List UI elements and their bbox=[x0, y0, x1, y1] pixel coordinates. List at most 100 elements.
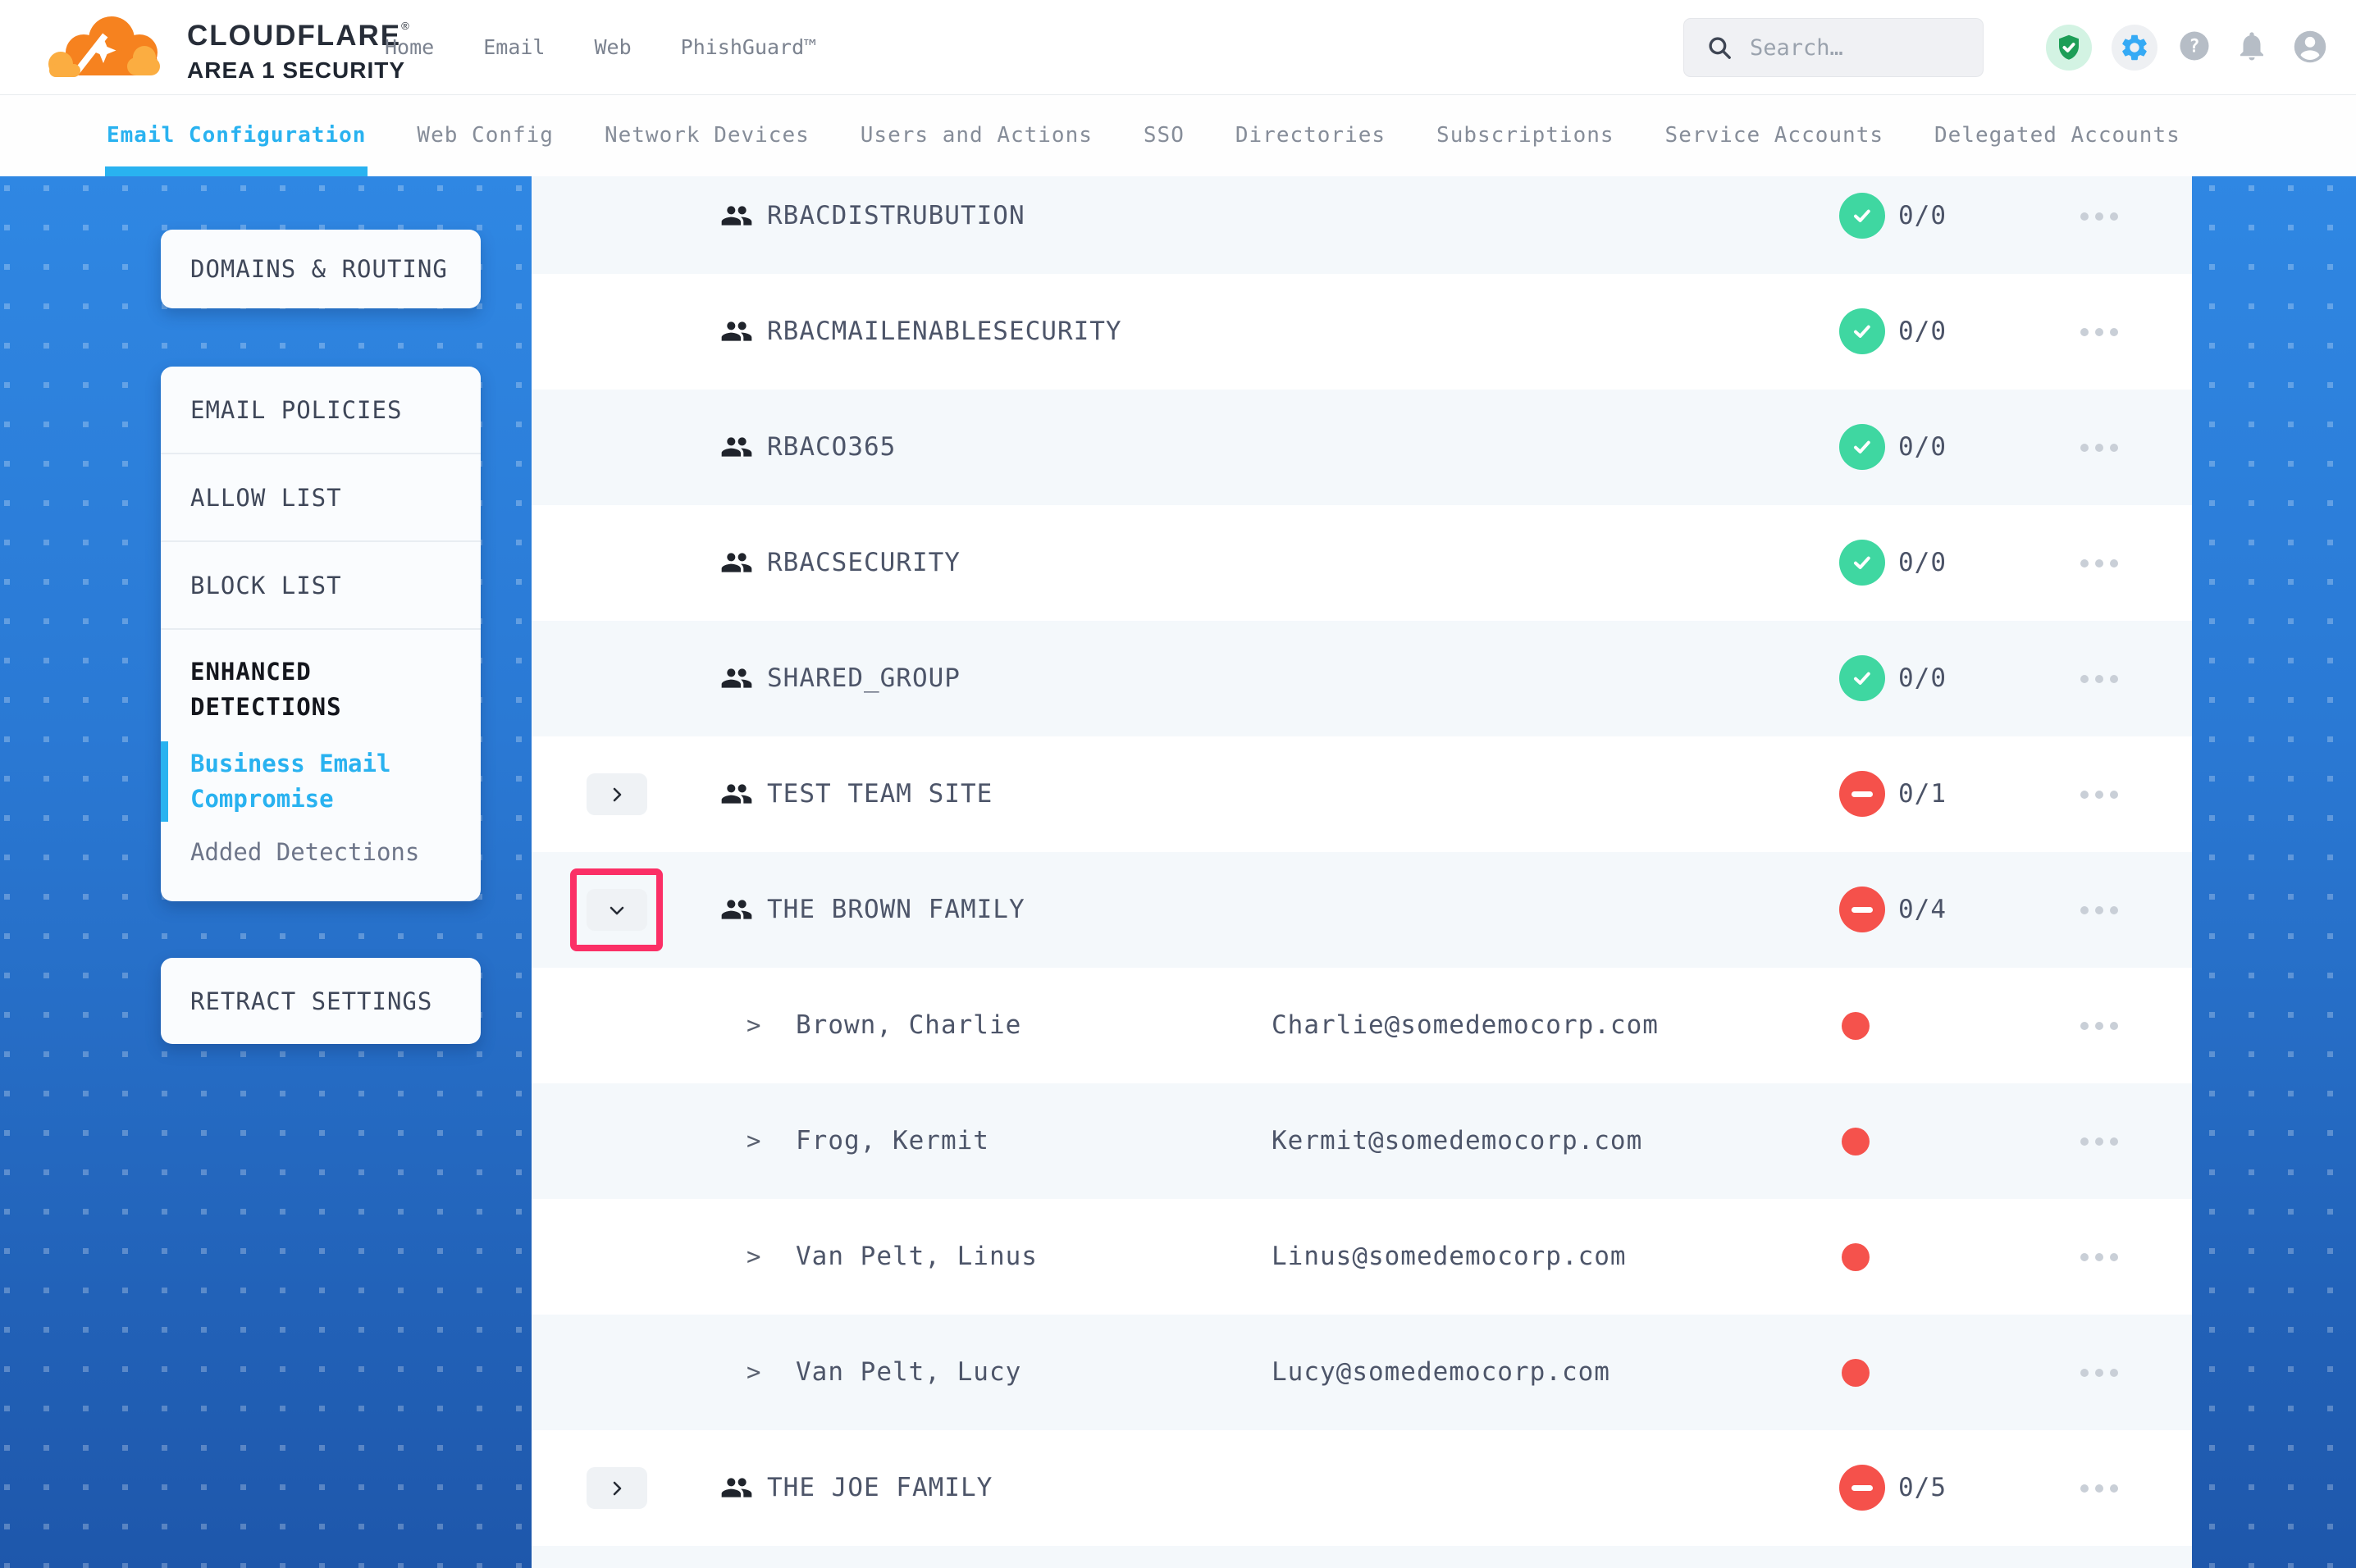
tab-web-config[interactable]: Web Config bbox=[417, 94, 554, 176]
sidebar-item-added-detections[interactable]: Added Detections bbox=[190, 835, 453, 870]
more-actions-button[interactable] bbox=[2054, 968, 2144, 1083]
sidebar-item-allow-list[interactable]: ALLOW LIST bbox=[161, 454, 481, 542]
shield-check-icon[interactable] bbox=[2046, 25, 2092, 71]
more-actions-button[interactable] bbox=[2054, 736, 2144, 852]
status-badge bbox=[1839, 193, 1885, 239]
tab-email-configuration[interactable]: Email Configuration bbox=[107, 94, 366, 176]
more-actions-button[interactable] bbox=[2054, 390, 2144, 505]
search-input[interactable] bbox=[1748, 34, 1965, 62]
partial-next-row bbox=[532, 1546, 2192, 1568]
tab-directories[interactable]: Directories bbox=[1235, 94, 1386, 176]
top-nav: Home Email Web PhishGuard™ bbox=[385, 0, 816, 94]
chevron-down-icon bbox=[607, 900, 627, 920]
cloudflare-area1-logo bbox=[43, 10, 178, 85]
group-name: THE BROWN FAMILY bbox=[767, 852, 1025, 968]
sidebar-item-enhanced-detections[interactable]: ENHANCED DETECTIONS bbox=[190, 654, 453, 725]
sidebar-item-block-list[interactable]: BLOCK LIST bbox=[161, 542, 481, 630]
group-name: SHARED_GROUP bbox=[767, 621, 961, 736]
member-count: 0/0 bbox=[1898, 505, 1947, 621]
sidebar-item-business-email-compromise[interactable]: Business Email Compromise bbox=[190, 746, 453, 817]
member-email: Charlie@somedemocorp.com bbox=[1272, 968, 1659, 1083]
group-row: RBACDISTRUBUTION 0/0 bbox=[532, 176, 2192, 274]
group-table: RBACDISTRUBUTION 0/0 RBACMAILENABLESECUR… bbox=[532, 176, 2192, 1568]
tab-list: Email Configuration Web Config Network Dev… bbox=[107, 94, 2180, 176]
minus-icon bbox=[1851, 1485, 1873, 1491]
sidebar-card-email-policies: EMAIL POLICIES ALLOW LIST BLOCK LIST ENH… bbox=[161, 367, 481, 901]
more-actions-button[interactable] bbox=[2054, 621, 2144, 736]
member-chevron-icon[interactable]: > bbox=[747, 1083, 760, 1199]
member-row: > Frog, Kermit Kermit@somedemocorp.com bbox=[532, 1083, 2192, 1199]
status-badge bbox=[1839, 308, 1885, 354]
member-chevron-icon[interactable]: > bbox=[747, 1199, 760, 1315]
tab-users-and-actions[interactable]: Users and Actions bbox=[861, 94, 1093, 176]
status-dot bbox=[1842, 1359, 1870, 1387]
sidebar-card-domains-routing[interactable]: DOMAINS & ROUTING bbox=[161, 230, 481, 308]
content-panel: RBACDISTRUBUTION 0/0 RBACMAILENABLESECUR… bbox=[532, 176, 2192, 1568]
member-chevron-icon[interactable]: > bbox=[747, 968, 760, 1083]
group-people-icon bbox=[719, 546, 755, 579]
expand-toggle-button[interactable] bbox=[587, 773, 647, 815]
sidebar-item-label: ALLOW LIST bbox=[190, 484, 342, 512]
sidebar-item-label: BLOCK LIST bbox=[190, 572, 342, 599]
expand-toggle-button[interactable] bbox=[587, 889, 647, 931]
group-people-icon bbox=[719, 777, 755, 810]
expand-toggle-button[interactable] bbox=[587, 1467, 647, 1509]
group-people-icon bbox=[719, 1471, 755, 1504]
tab-network-devices[interactable]: Network Devices bbox=[605, 94, 810, 176]
group-row: THE JOE FAMILY 0/5 bbox=[532, 1430, 2192, 1546]
group-people-icon bbox=[719, 431, 755, 463]
top-nav-item[interactable]: Email bbox=[483, 35, 545, 59]
group-row: RBACSECURITY 0/0 bbox=[532, 505, 2192, 621]
member-count: 0/5 bbox=[1898, 1430, 1947, 1546]
brand-subtitle: AREA 1 SECURITY bbox=[187, 57, 409, 84]
tab-subscriptions[interactable]: Subscriptions bbox=[1436, 94, 1614, 176]
member-email: Linus@somedemocorp.com bbox=[1272, 1199, 1627, 1315]
member-chevron-icon[interactable]: > bbox=[747, 1315, 760, 1430]
status-dot bbox=[1842, 1243, 1870, 1271]
top-header-bar: CLOUDFLARE® AREA 1 SECURITY HomeEmailWeb… bbox=[0, 0, 2356, 95]
member-count: 0/0 bbox=[1898, 274, 1947, 390]
more-actions-button[interactable] bbox=[2054, 1083, 2144, 1199]
account-avatar-icon[interactable] bbox=[2292, 29, 2330, 66]
sidebar-item-domains-routing[interactable]: DOMAINS & ROUTING bbox=[190, 255, 448, 283]
tab-delegated-accounts[interactable]: Delegated Accounts bbox=[1934, 94, 2180, 176]
more-actions-button[interactable] bbox=[2054, 1315, 2144, 1430]
more-actions-button[interactable] bbox=[2054, 505, 2144, 621]
brand-name: CLOUDFLARE bbox=[187, 20, 401, 52]
member-count: 0/0 bbox=[1898, 621, 1947, 736]
help-icon[interactable]: ? bbox=[2177, 29, 2215, 66]
group-name: RBACSECURITY bbox=[767, 505, 961, 621]
sidebar-item-retract-settings[interactable]: RETRACT SETTINGS bbox=[190, 987, 432, 1015]
sidebar-card-retract-settings[interactable]: RETRACT SETTINGS bbox=[161, 958, 481, 1044]
top-nav-item[interactable]: PhishGuard™ bbox=[681, 35, 817, 59]
member-name: Frog, Kermit bbox=[796, 1083, 989, 1199]
more-actions-button[interactable] bbox=[2054, 1430, 2144, 1546]
top-nav-item[interactable]: Home bbox=[385, 35, 434, 59]
member-row: > Brown, Charlie Charlie@somedemocorp.co… bbox=[532, 968, 2192, 1083]
more-actions-button[interactable] bbox=[2054, 1199, 2144, 1315]
group-row: RBACMAILENABLESECURITY 0/0 bbox=[532, 274, 2192, 390]
group-name: TEST TEAM SITE bbox=[767, 736, 993, 852]
member-count: 0/4 bbox=[1898, 852, 1947, 968]
tab-sso[interactable]: SSO bbox=[1144, 94, 1185, 176]
member-row: > Van Pelt, Linus Linus@somedemocorp.com bbox=[532, 1199, 2192, 1315]
check-icon bbox=[1849, 549, 1875, 576]
member-count: 0/0 bbox=[1898, 390, 1947, 505]
tab-service-accounts[interactable]: Service Accounts bbox=[1665, 94, 1883, 176]
chevron-right-icon bbox=[607, 785, 627, 805]
more-actions-button[interactable] bbox=[2054, 852, 2144, 968]
settings-gear-icon[interactable] bbox=[2112, 25, 2157, 71]
member-count: 0/1 bbox=[1898, 736, 1947, 852]
more-actions-button[interactable] bbox=[2054, 274, 2144, 390]
minus-icon bbox=[1851, 791, 1873, 797]
status-badge bbox=[1839, 540, 1885, 586]
more-actions-button[interactable] bbox=[2054, 176, 2144, 274]
member-name: Van Pelt, Lucy bbox=[796, 1315, 1021, 1430]
notifications-bell-icon[interactable] bbox=[2235, 29, 2272, 66]
sidebar-item-email-policies[interactable]: EMAIL POLICIES bbox=[161, 367, 481, 454]
group-row: THE BROWN FAMILY 0/4 bbox=[532, 852, 2192, 968]
sidebar-section-enhanced-detections: ENHANCED DETECTIONS Business Email Compr… bbox=[161, 630, 481, 870]
check-icon bbox=[1849, 665, 1875, 691]
top-nav-item[interactable]: Web bbox=[594, 35, 631, 59]
group-row: RBACO365 0/0 bbox=[532, 390, 2192, 505]
